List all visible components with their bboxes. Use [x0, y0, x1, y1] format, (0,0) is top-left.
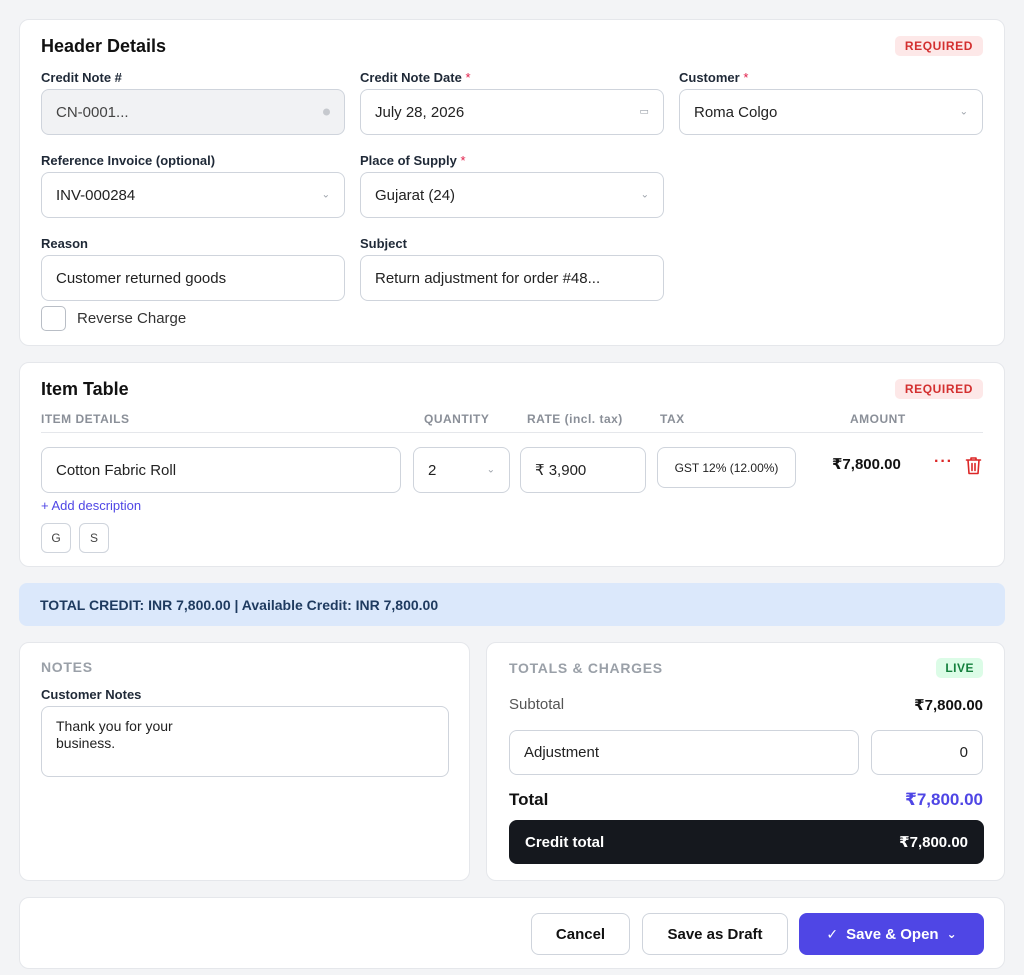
chevron-down-icon: ⌄ — [640, 189, 649, 201]
customer-notes-textarea[interactable]: Thank you for your business. — [41, 706, 449, 777]
cancel-label: Cancel — [555, 925, 606, 943]
tax-select[interactable]: GST 12% (12.00%) — [657, 447, 796, 488]
subtotal-value: ₹7,800.00 — [914, 697, 983, 714]
header-divider — [41, 432, 983, 433]
column-header-quantity: QUANTITY — [424, 412, 490, 426]
item-amount: ₹7,800.00 — [832, 456, 901, 473]
place-of-supply-label: Place of Supply * — [360, 153, 466, 168]
cancel-button[interactable]: Cancel — [531, 913, 630, 955]
customer-value: Roma Colgo — [694, 103, 778, 121]
total-credit-text: TOTAL CREDIT: INR 7,800.00 | Available C… — [40, 596, 439, 613]
column-header-tax: TAX — [660, 412, 685, 426]
total-value: ₹7,800.00 — [904, 790, 983, 809]
credit-note-number-value: CN-0001... — [56, 103, 129, 121]
chevron-down-icon: ⌄ — [486, 464, 495, 476]
rate-value: ₹ 3,900 — [535, 462, 587, 479]
reference-invoice-select[interactable]: INV-000284 ⌄ — [41, 172, 345, 218]
credit-total-value: ₹7,800.00 — [899, 834, 968, 851]
notes-card: NOTES Customer Notes Thank you for your … — [19, 642, 470, 881]
place-of-supply-select[interactable]: Gujarat (24) ⌄ — [360, 172, 664, 218]
tag-s-button[interactable]: S — [79, 523, 109, 553]
adjustment-amount-value: 0 — [959, 744, 968, 761]
check-icon: ✓ — [826, 925, 839, 942]
item-table-title: Item Table — [41, 379, 129, 399]
adjustment-label-value: Adjustment — [524, 744, 600, 761]
credit-note-date-label: Credit Note Date * — [360, 70, 471, 85]
trash-icon[interactable] — [965, 456, 982, 475]
adjustment-amount-input[interactable]: 0 — [871, 730, 983, 775]
reference-invoice-value: INV-000284 — [56, 186, 136, 204]
place-of-supply-value: Gujarat (24) — [375, 186, 456, 204]
totals-heading: TOTALS & CHARGES — [509, 660, 663, 676]
subject-input[interactable]: Return adjustment for order #48... — [360, 255, 664, 301]
item-name-value: Cotton Fabric Roll — [56, 461, 177, 479]
save-and-open-button[interactable]: ✓ Save & Open ⌄ — [799, 913, 984, 955]
customer-label: Customer * — [679, 70, 749, 85]
customer-select[interactable]: Roma Colgo ⌄ — [679, 89, 983, 135]
customer-notes-label: Customer Notes — [41, 687, 142, 702]
subject-label: Subject — [360, 236, 407, 251]
save-as-draft-button[interactable]: Save as Draft — [642, 913, 788, 955]
header-details-title: Header Details — [41, 36, 167, 56]
column-header-item-details: ITEM DETAILS — [41, 412, 130, 426]
credit-total-label: Credit total — [525, 833, 605, 851]
totals-card: TOTALS & CHARGES LIVE Subtotal ₹7,800.00… — [486, 642, 1005, 881]
more-options-icon[interactable]: ··· — [934, 453, 953, 471]
credit-note-date-value: July 28, 2026 — [375, 103, 465, 121]
footer-action-bar: Cancel Save as Draft ✓ Save & Open ⌄ — [19, 897, 1005, 969]
chevron-down-icon: ⌄ — [959, 106, 968, 118]
quantity-select[interactable]: 2 ⌄ — [413, 447, 510, 493]
required-badge: REQUIRED — [894, 36, 983, 56]
reason-input[interactable]: Customer returned goods — [41, 255, 345, 301]
rate-input[interactable]: ₹ 3,900 — [520, 447, 646, 493]
add-description-link[interactable]: + Add description — [41, 498, 141, 513]
tag-g-button[interactable]: G — [41, 523, 71, 553]
item-table-card: Item Table REQUIRED ITEM DETAILS QUANTIT… — [19, 362, 1005, 567]
required-badge: REQUIRED — [894, 379, 983, 399]
save-as-draft-label: Save as Draft — [667, 925, 763, 943]
reason-value: Customer returned goods — [56, 269, 227, 287]
reason-label: Reason — [41, 236, 88, 251]
column-header-amount: AMOUNT — [850, 412, 906, 426]
adjustment-label-input[interactable]: Adjustment — [509, 730, 859, 775]
column-header-rate: RATE (incl. tax) — [527, 412, 623, 426]
credit-note-date-picker[interactable]: July 28, 2026 ▭ — [360, 89, 664, 135]
total-label: Total — [509, 790, 549, 809]
header-details-card: Header Details REQUIRED Credit Note # CN… — [19, 19, 1005, 346]
save-and-open-label: Save & Open — [846, 925, 939, 943]
live-badge: LIVE — [936, 658, 983, 678]
tax-value: GST 12% (12.00%) — [674, 460, 779, 475]
total-credit-banner: TOTAL CREDIT: INR 7,800.00 | Available C… — [19, 583, 1005, 626]
chevron-down-icon: ⌄ — [321, 189, 330, 201]
calendar-icon: ▭ — [639, 106, 649, 118]
credit-total-bar: Credit total ₹7,800.00 — [509, 820, 984, 864]
lock-dot-icon — [323, 108, 330, 116]
reverse-charge-label: Reverse Charge — [77, 310, 187, 327]
item-name-input[interactable]: Cotton Fabric Roll — [41, 447, 401, 493]
reference-invoice-label: Reference Invoice (optional) — [41, 153, 216, 168]
reverse-charge-checkbox[interactable] — [41, 306, 66, 331]
subject-value: Return adjustment for order #48... — [375, 269, 601, 287]
credit-note-number-label: Credit Note # — [41, 70, 122, 85]
notes-heading: NOTES — [41, 659, 93, 675]
subtotal-label: Subtotal — [509, 696, 565, 713]
quantity-value: 2 — [428, 461, 437, 479]
credit-note-number-field: CN-0001... — [41, 89, 345, 135]
chevron-down-icon[interactable]: ⌄ — [947, 927, 957, 941]
